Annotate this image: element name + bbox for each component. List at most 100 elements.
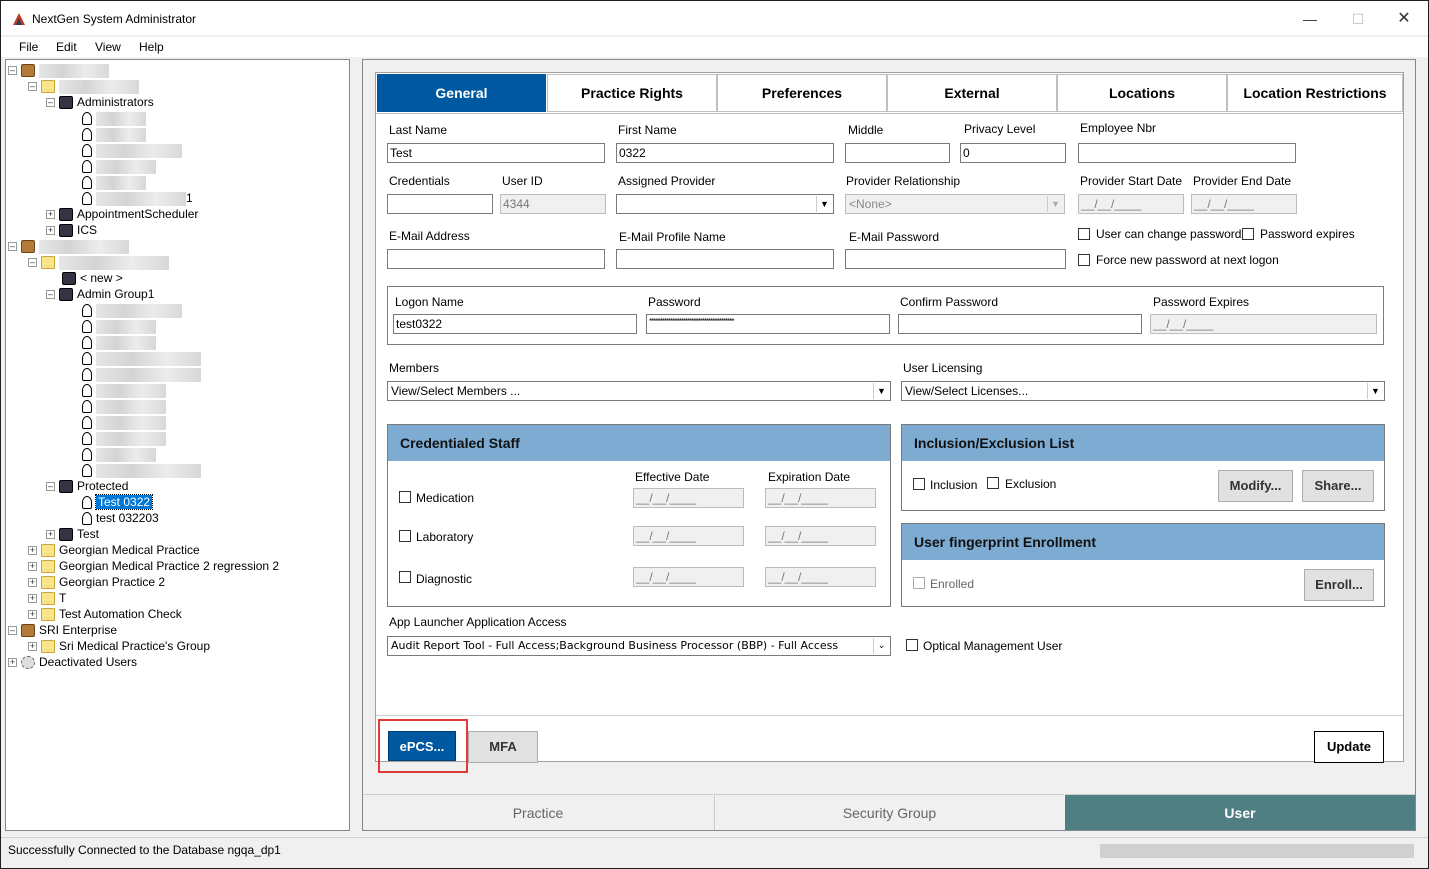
password-expires-checkbox[interactable] [1242, 228, 1254, 240]
logon-name-input[interactable]: test0322 [393, 314, 637, 334]
collapse-icon[interactable]: – [8, 66, 17, 76]
credentials-input[interactable] [387, 194, 493, 214]
chevron-down-icon[interactable]: ▼ [873, 383, 889, 399]
tree-node-protected[interactable]: – Protected [46, 478, 128, 494]
tree-node-user[interactable] [82, 382, 166, 398]
tree-node-user[interactable] [82, 350, 201, 366]
expand-icon[interactable]: + [28, 610, 37, 620]
email-password-input[interactable] [845, 249, 1066, 269]
privacy-level-input[interactable]: 0 [960, 143, 1066, 163]
tree-node-enterprise[interactable]: – [8, 62, 109, 78]
inclusion-checkbox[interactable] [913, 478, 925, 490]
tab-user[interactable]: User [1065, 794, 1415, 830]
tree-node-user[interactable] [82, 462, 201, 478]
tree-node-user[interactable] [82, 158, 156, 174]
collapse-icon[interactable]: – [46, 290, 55, 300]
collapse-icon[interactable]: – [46, 482, 55, 492]
app-launcher-select[interactable]: Audit Report Tool - Full Access;Backgrou… [387, 636, 891, 656]
expand-icon[interactable]: + [28, 562, 37, 572]
tab-practice[interactable]: Practice [363, 794, 713, 830]
tab-practice-rights[interactable]: Practice Rights [547, 74, 717, 112]
tree-node-user[interactable] [82, 446, 156, 462]
tree-node-new[interactable]: < new > [62, 270, 123, 286]
tab-preferences[interactable]: Preferences [717, 74, 887, 112]
tab-general[interactable]: General [377, 74, 546, 112]
tree-node-t[interactable]: + T [28, 590, 66, 606]
collapse-icon[interactable]: – [8, 626, 17, 636]
close-button[interactable]: ✕ [1393, 9, 1415, 29]
expand-icon[interactable]: + [28, 546, 37, 556]
user-licensing-select[interactable]: View/Select Licenses... ▼ [901, 381, 1385, 401]
employee-nbr-input[interactable] [1078, 143, 1296, 163]
tree-node-enterprise[interactable]: – [8, 238, 129, 254]
expand-icon[interactable]: + [28, 642, 37, 652]
tree-node-practice[interactable]: – [28, 254, 169, 270]
confirm-password-input[interactable] [898, 314, 1142, 334]
tree-node-user[interactable] [82, 398, 166, 414]
share-button[interactable]: Share... [1302, 470, 1374, 502]
expand-icon[interactable]: + [8, 658, 17, 668]
tree-node-administrators[interactable]: – Administrators [46, 94, 154, 110]
collapse-icon[interactable]: – [8, 242, 17, 252]
tree-node-user[interactable] [82, 142, 182, 158]
chevron-down-icon[interactable]: ▼ [1367, 383, 1383, 399]
update-button[interactable]: Update [1314, 731, 1384, 763]
tree-node-test-automation-check[interactable]: + Test Automation Check [28, 606, 182, 622]
tree-node-admin-group1[interactable]: – Admin Group1 [46, 286, 154, 302]
tree-node-georgian-practice-2[interactable]: + Georgian Practice 2 [28, 574, 165, 590]
expand-icon[interactable]: + [28, 594, 37, 604]
tab-external[interactable]: External [887, 74, 1057, 112]
members-select[interactable]: View/Select Members ... ▼ [387, 381, 891, 401]
tree-node-test-032203[interactable]: test 032203 [82, 510, 159, 526]
tree-node-ics[interactable]: + ICS [46, 222, 97, 238]
optical-management-checkbox[interactable] [906, 639, 918, 651]
tab-location-restrictions[interactable]: Location Restrictions [1227, 74, 1403, 112]
collapse-icon[interactable]: – [28, 258, 37, 268]
email-profile-input[interactable] [616, 249, 834, 269]
laboratory-checkbox[interactable] [399, 530, 411, 542]
tree-node-user[interactable] [82, 126, 146, 142]
tree-node-user[interactable] [82, 110, 146, 126]
tree-node-practice[interactable]: – [28, 78, 139, 94]
email-input[interactable] [387, 249, 605, 269]
collapse-icon[interactable]: – [46, 98, 55, 108]
chevron-down-icon[interactable]: ⌄ [873, 638, 889, 654]
chevron-down-icon[interactable]: ▼ [816, 196, 832, 212]
tree-node-sri-enterprise[interactable]: – SRI Enterprise [8, 622, 117, 638]
exclusion-checkbox[interactable] [987, 477, 999, 489]
tree-node-sri-medical-group[interactable]: + Sri Medical Practice's Group [28, 638, 210, 654]
tree-node-user[interactable] [82, 302, 182, 318]
tree-node-user[interactable] [82, 430, 166, 446]
navigation-tree[interactable]: – – – Administrators 1 + AppointmentSchedu… [5, 59, 350, 831]
password-input[interactable]: **************************************** [646, 314, 890, 334]
tree-node-user[interactable] [82, 174, 146, 190]
collapse-icon[interactable]: – [28, 82, 37, 92]
menu-view[interactable]: View [95, 40, 121, 54]
menu-file[interactable]: File [19, 40, 38, 54]
tab-security-group[interactable]: Security Group [714, 794, 1064, 830]
diagnostic-checkbox[interactable] [399, 571, 411, 583]
tree-node-test[interactable]: + Test [46, 526, 99, 542]
user-can-change-password-checkbox[interactable] [1078, 228, 1090, 240]
middle-input[interactable] [845, 143, 950, 163]
modify-button[interactable]: Modify... [1218, 470, 1293, 502]
tree-node-test-0322[interactable]: Test 0322 [82, 494, 154, 510]
minimize-button[interactable]: — [1299, 9, 1321, 29]
maximize-button[interactable]: ☐ [1347, 9, 1369, 29]
expand-icon[interactable]: + [46, 226, 55, 236]
first-name-input[interactable]: 0322 [616, 143, 834, 163]
force-new-password-checkbox[interactable] [1078, 254, 1090, 266]
tree-node-appointment-scheduler[interactable]: + AppointmentScheduler [46, 206, 198, 222]
expand-icon[interactable]: + [46, 530, 55, 540]
tree-node-georgian-medical-practice[interactable]: + Georgian Medical Practice [28, 542, 200, 558]
tree-node-georgian-medical-practice-2[interactable]: + Georgian Medical Practice 2 regression … [28, 558, 279, 574]
assigned-provider-select[interactable]: ▼ [616, 194, 834, 214]
tab-locations[interactable]: Locations [1057, 74, 1227, 112]
expand-icon[interactable]: + [28, 578, 37, 588]
tree-node-user[interactable] [82, 414, 166, 430]
tree-node-user[interactable] [82, 334, 156, 350]
epcs-button[interactable]: ePCS... [388, 731, 456, 761]
medication-checkbox[interactable] [399, 491, 411, 503]
mfa-button[interactable]: MFA [468, 731, 538, 763]
tree-node-deactivated-users[interactable]: + Deactivated Users [8, 654, 137, 670]
